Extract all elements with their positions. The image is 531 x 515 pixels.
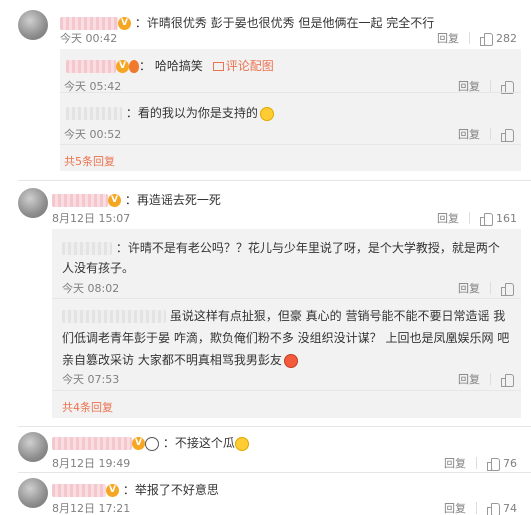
comment-actions: 回复 76 <box>444 455 517 471</box>
vip-badge-icon: V <box>108 194 121 207</box>
comment-actions: 回复 282 <box>437 30 517 46</box>
reply-button[interactable]: 回复 <box>444 500 466 515</box>
like-icon[interactable] <box>480 32 493 46</box>
comment-divider <box>18 180 531 181</box>
reply-item: 虽说这样有点扯狠，但豪 真心的 营销号能不能不要日常造谣 我们低调老青年彭于晏 … <box>52 299 521 391</box>
like-count: 161 <box>496 211 517 225</box>
comment-body: V ：不接这个瓜 <box>52 434 249 451</box>
like-icon[interactable] <box>501 128 514 142</box>
reply-button[interactable]: 回复 <box>444 455 466 471</box>
reply-item: ：许晴不是有老公吗？？花儿与少年里说了呀，是个大学教授，就是两个人没有孩子。 今… <box>52 229 521 299</box>
smile-emoji-icon <box>259 106 274 121</box>
divider <box>469 32 470 44</box>
comment-image-link[interactable]: 评论配图 <box>212 59 274 73</box>
masked-username[interactable] <box>60 17 118 30</box>
like-icon[interactable] <box>501 282 514 296</box>
avatar[interactable] <box>18 10 48 40</box>
reply-time: 今天 07:53 <box>62 373 120 386</box>
like-count: 282 <box>496 31 517 45</box>
reply-button[interactable]: 回复 <box>437 30 459 46</box>
reply-actions: 回复 <box>458 280 517 296</box>
angry-emoji-icon <box>283 353 298 368</box>
like-icon[interactable] <box>480 212 493 226</box>
reply-item: V： 哈哈搞笑 评论配图 今天 05:42 回复 <box>60 49 521 94</box>
comment-body: V ：许晴很优秀 彭于晏也很优秀 但是他俩在一起 完全不行 <box>60 14 434 31</box>
reply-actions: 回复 <box>458 371 517 387</box>
panda-icon <box>145 436 159 451</box>
masked-username[interactable] <box>52 194 108 207</box>
like-count: 76 <box>503 456 517 470</box>
reply-button[interactable]: 回复 <box>458 371 480 387</box>
vip-badge-icon: V <box>116 60 129 73</box>
reply-time: 今天 00:52 <box>64 128 122 141</box>
reply-text: ：许晴不是有老公吗？？花儿与少年里说了呀，是个大学教授，就是两个人没有孩子。 <box>62 241 500 275</box>
comment-time: 8月12日 19:49 <box>52 457 131 470</box>
divider <box>490 282 491 294</box>
comment-body: V ：举报了不好意思 <box>52 481 219 498</box>
divider <box>490 80 491 92</box>
divider <box>476 502 477 514</box>
more-replies-link[interactable]: 共5条回复 <box>64 153 115 169</box>
reply-item: ：看的我以为你是支持的 今天 00:52 回复 <box>60 93 521 145</box>
reply-text: ：看的我以为你是支持的 <box>125 106 258 120</box>
divider <box>490 373 491 385</box>
comment-time: 8月12日 17:21 <box>52 502 131 515</box>
reply-panel: ：许晴不是有老公吗？？花儿与少年里说了呀，是个大学教授，就是两个人没有孩子。 今… <box>52 229 521 418</box>
masked-username[interactable] <box>66 60 116 73</box>
vip-badge-icon: V <box>118 17 131 30</box>
reply-button[interactable]: 回复 <box>458 126 480 142</box>
comment-actions: 回复 74 <box>444 500 517 515</box>
divider <box>490 128 491 140</box>
vip-badge-icon: V <box>106 484 119 497</box>
comment-text: ：再造谣去死一死 <box>124 193 221 207</box>
like-icon[interactable] <box>487 457 500 471</box>
reply-button[interactable]: 回复 <box>458 280 480 296</box>
picture-icon <box>212 62 224 71</box>
grin-emoji-icon <box>234 436 249 451</box>
divider <box>476 457 477 469</box>
more-replies-link[interactable]: 共4条回复 <box>62 399 113 415</box>
like-icon[interactable] <box>487 502 500 515</box>
vip-badge-icon: V <box>132 437 145 450</box>
divider <box>469 212 470 224</box>
balloon-icon <box>129 60 139 73</box>
like-icon[interactable] <box>501 80 514 94</box>
reply-time: 今天 08:02 <box>62 282 120 295</box>
avatar[interactable] <box>18 188 48 218</box>
avatar[interactable] <box>18 478 48 508</box>
masked-username[interactable] <box>52 484 106 497</box>
reply-text: 哈哈搞笑 <box>154 59 203 73</box>
masked-username[interactable] <box>62 310 166 323</box>
masked-username[interactable] <box>66 107 122 120</box>
comment-divider <box>18 426 531 427</box>
comment-text: ：举报了不好意思 <box>122 483 219 497</box>
like-count: 74 <box>503 501 517 515</box>
comment-text: ：许晴很优秀 彭于晏也很优秀 但是他俩在一起 完全不行 <box>134 16 435 30</box>
avatar[interactable] <box>18 432 48 462</box>
comment-actions: 回复 161 <box>437 210 517 226</box>
reply-actions: 回复 <box>458 126 517 142</box>
masked-username[interactable] <box>62 242 112 255</box>
comment-body: V ：再造谣去死一死 <box>52 191 221 208</box>
reply-panel: V： 哈哈搞笑 评论配图 今天 05:42 回复 ：看的我以为你是支持的 今天 … <box>60 49 521 171</box>
like-icon[interactable] <box>501 373 514 387</box>
comment-text: ：不接这个瓜 <box>162 436 235 450</box>
comment-time: 8月12日 15:07 <box>52 212 131 225</box>
masked-username[interactable] <box>52 437 132 450</box>
comment-time: 今天 00:42 <box>60 32 118 45</box>
comment-divider <box>18 472 531 473</box>
reply-button[interactable]: 回复 <box>437 210 459 226</box>
